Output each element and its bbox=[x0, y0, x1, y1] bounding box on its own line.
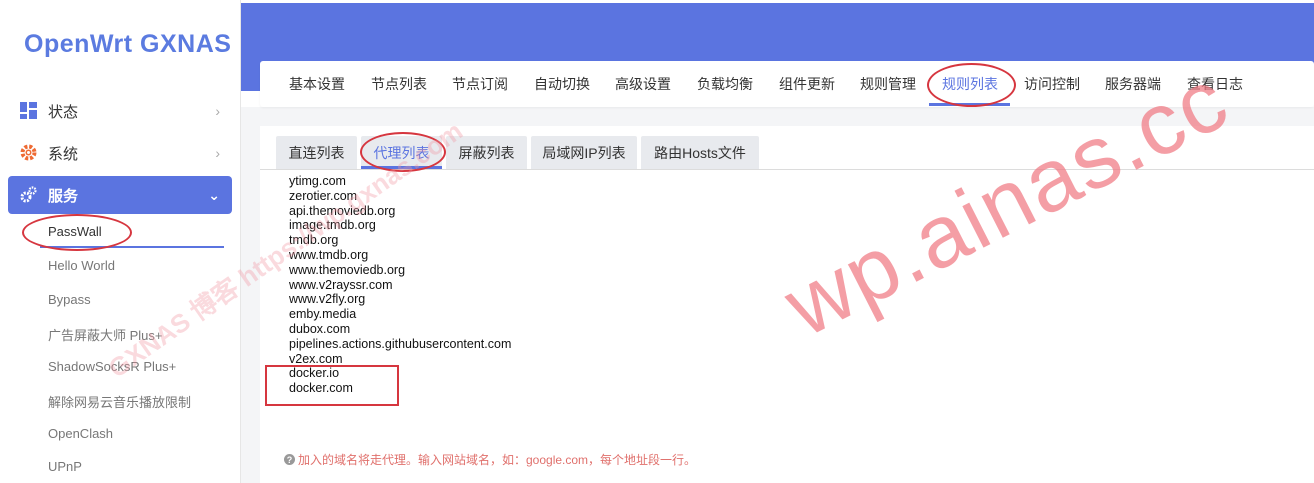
annotation-ellipse-rule-list bbox=[927, 63, 1016, 107]
annotation-rect-docker bbox=[265, 365, 399, 406]
list-item: www.v2fly.org bbox=[289, 292, 366, 307]
annotation-ellipse-passwall bbox=[22, 214, 132, 251]
tab-node-subscribe[interactable]: 节点订阅 bbox=[452, 74, 508, 94]
tab-auto-switch[interactable]: 自动切换 bbox=[534, 74, 590, 94]
dashboard-icon bbox=[20, 102, 38, 120]
list-item: www.v2rayssr.com bbox=[289, 277, 393, 292]
list-item: www.tmdb.org bbox=[289, 247, 369, 262]
sidebar-item-status[interactable]: 状态 › bbox=[8, 92, 232, 130]
sidebar-subitem-openclash[interactable]: OpenClash bbox=[48, 426, 113, 441]
help-hint: ? 加入的域名将走代理。输入网站域名，如：google.com，每个地址段一行。 bbox=[284, 451, 696, 468]
tab-node-list[interactable]: 节点列表 bbox=[371, 74, 427, 94]
sidebar-subitem-unblockmusic[interactable]: 解除网易云音乐播放限制 bbox=[48, 392, 191, 411]
chevron-right-icon: › bbox=[215, 103, 220, 119]
list-item: www.themoviedb.org bbox=[289, 262, 406, 277]
sidebar-item-system[interactable]: 系统 › bbox=[8, 134, 232, 172]
gear-icon bbox=[20, 144, 38, 162]
gears-icon bbox=[20, 186, 38, 204]
chevron-down-icon: ⌄ bbox=[208, 186, 220, 203]
sidebar-item-label: 系统 bbox=[48, 145, 79, 163]
sidebar-subitem-upnp[interactable]: UPnP bbox=[48, 459, 82, 474]
question-icon: ? bbox=[284, 454, 295, 465]
app-logo: OpenWrt GXNAS bbox=[24, 30, 232, 58]
sidebar-item-services[interactable]: 服务 ⌄ bbox=[8, 176, 232, 214]
list-item: dubox.com bbox=[289, 321, 351, 336]
list-item: emby.media bbox=[289, 307, 357, 322]
tab-rule-manage[interactable]: 规则管理 bbox=[860, 74, 916, 94]
tab-component-update[interactable]: 组件更新 bbox=[779, 74, 835, 94]
tab-access-control[interactable]: 访问控制 bbox=[1024, 74, 1080, 94]
tab-load-balance[interactable]: 负载均衡 bbox=[697, 74, 753, 94]
sidebar-subitem-helloworld[interactable]: Hello World bbox=[48, 258, 115, 273]
chevron-right-icon: › bbox=[215, 145, 220, 161]
list-item: pipelines.actions.githubusercontent.com bbox=[289, 336, 512, 351]
hint-text: 加入的域名将走代理。输入网站域名，如：google.com，每个地址段一行。 bbox=[298, 453, 697, 467]
tab-route-hosts[interactable]: 路由Hosts文件 bbox=[641, 136, 759, 169]
sidebar-item-label: 服务 bbox=[48, 187, 79, 205]
sidebar-subitem-bypass[interactable]: Bypass bbox=[48, 292, 91, 307]
tab-basic-settings[interactable]: 基本设置 bbox=[289, 74, 345, 94]
sidebar-item-label: 状态 bbox=[48, 103, 79, 121]
tab-lan-ip-list[interactable]: 局域网IP列表 bbox=[531, 136, 637, 169]
tab-direct-list[interactable]: 直连列表 bbox=[276, 136, 357, 169]
tab-advanced-settings[interactable]: 高级设置 bbox=[615, 74, 671, 94]
